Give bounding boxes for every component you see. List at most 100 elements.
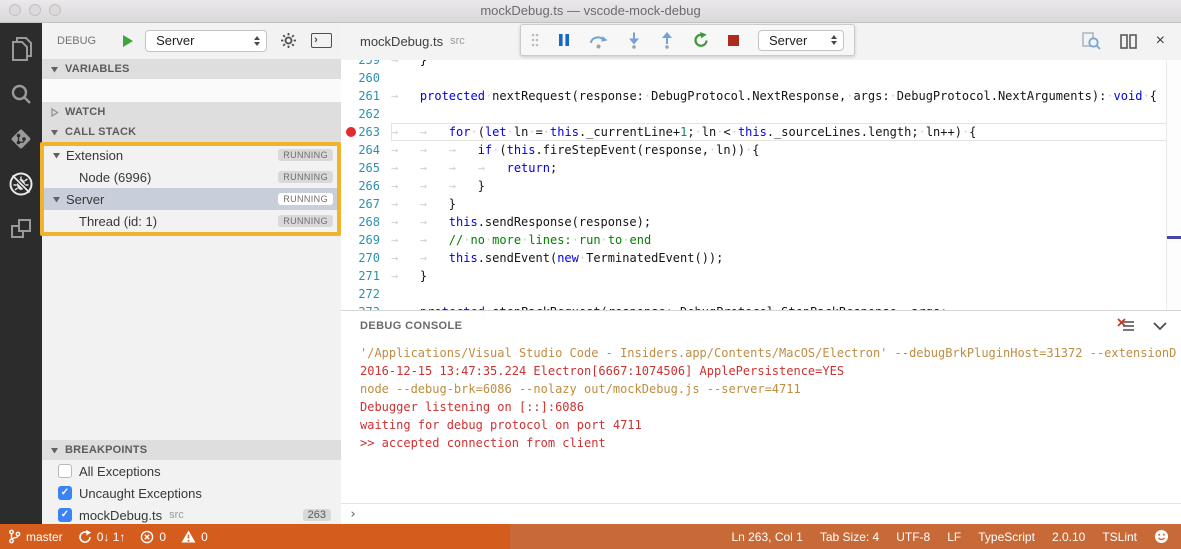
section-variables[interactable]: VARIABLES xyxy=(42,59,341,79)
breakpoint-item[interactable]: All Exceptions xyxy=(42,460,341,482)
feedback-smiley-icon[interactable] xyxy=(1154,529,1169,544)
callstack-item[interactable]: Node (6996)RUNNING xyxy=(42,166,341,188)
code-line[interactable]: 272 xyxy=(341,285,1181,303)
clear-console-icon[interactable] xyxy=(1117,318,1136,334)
tab-mockdebug[interactable]: mockDebug.ts xyxy=(360,34,443,49)
line-number-gutter[interactable]: 261 xyxy=(341,87,391,105)
code-line[interactable]: 273→ protected·stepBackRequest(response:… xyxy=(341,303,1181,310)
code-token: this xyxy=(449,215,478,229)
code-line[interactable]: 269→ → //·no·more·lines:·run·to·end xyxy=(341,231,1181,249)
status-item[interactable]: LF xyxy=(947,530,961,544)
line-number-gutter[interactable]: 260 xyxy=(341,69,391,87)
code-line[interactable]: 268→ → this.sendResponse(response); xyxy=(341,213,1181,231)
errors-status[interactable]: 0 xyxy=(140,530,166,544)
code-line[interactable]: 271→ } xyxy=(341,267,1181,285)
running-badge: RUNNING xyxy=(278,193,333,205)
configure-gear-button[interactable] xyxy=(280,32,297,49)
code-line[interactable]: 265→ → → → return; xyxy=(341,159,1181,177)
close-editor-icon[interactable]: × xyxy=(1156,33,1165,49)
toolbar-launch-config-dropdown[interactable]: Server xyxy=(758,30,844,51)
status-item[interactable]: TSLint xyxy=(1102,530,1137,544)
source-control-icon[interactable] xyxy=(8,126,34,152)
find-in-file-icon[interactable] xyxy=(1082,32,1101,50)
sync-status[interactable]: 0↓ 1↑ xyxy=(78,530,126,544)
callstack-item[interactable]: ServerRUNNING xyxy=(42,188,341,210)
code-line[interactable]: 267→ → } xyxy=(341,195,1181,213)
extensions-icon[interactable] xyxy=(8,216,34,242)
code-area[interactable]: 259→ }260261→ protected·nextRequest(resp… xyxy=(341,60,1181,310)
branch-name: master xyxy=(26,530,63,544)
line-number-gutter[interactable]: 259 xyxy=(341,60,391,69)
code-token: { xyxy=(969,125,976,139)
search-icon[interactable] xyxy=(8,81,34,107)
chevron-down-icon[interactable] xyxy=(1153,322,1167,331)
callstack-item[interactable]: ExtensionRUNNING xyxy=(42,144,341,166)
status-item[interactable]: 2.0.10 xyxy=(1052,530,1085,544)
breakpoint-dot[interactable] xyxy=(346,127,356,137)
line-number-gutter[interactable]: 264 xyxy=(341,141,391,159)
line-number-gutter[interactable]: 269 xyxy=(341,231,391,249)
line-number-gutter[interactable]: 267 xyxy=(341,195,391,213)
section-breakpoints[interactable]: BREAKPOINTS xyxy=(42,440,341,460)
warnings-status[interactable]: 0 xyxy=(181,530,208,544)
code-line[interactable]: 260 xyxy=(341,69,1181,87)
code-line[interactable]: 259→ } xyxy=(341,60,1181,69)
step-into-icon[interactable] xyxy=(627,32,641,49)
split-editor-icon[interactable] xyxy=(1120,34,1137,49)
line-number-gutter[interactable]: 265 xyxy=(341,159,391,177)
line-number-gutter[interactable]: 268 xyxy=(341,213,391,231)
breakpoint-checkbox[interactable]: ✓ xyxy=(58,508,72,522)
callstack-item[interactable]: Thread (id: 1)RUNNING xyxy=(42,210,341,232)
line-number-gutter[interactable]: 271 xyxy=(341,267,391,285)
git-branch-status[interactable]: master xyxy=(8,529,63,544)
line-number: 259 xyxy=(358,60,380,67)
callstack-item-label: Extension xyxy=(66,148,123,163)
status-item[interactable]: Ln 263, Col 1 xyxy=(731,530,802,544)
space-dot: · xyxy=(470,125,477,139)
space-dot: · xyxy=(1106,89,1113,103)
step-over-icon[interactable] xyxy=(589,32,608,49)
code-token: lines: xyxy=(528,233,571,247)
restart-icon[interactable] xyxy=(693,32,709,48)
code-token: ( xyxy=(499,143,506,157)
line-number-gutter[interactable]: 272 xyxy=(341,285,391,303)
breakpoints-list: All Exceptions✓Uncaught Exceptions✓mockD… xyxy=(42,460,341,524)
open-debug-console-button[interactable]: › xyxy=(311,33,332,48)
code-line[interactable]: 263→ → for·(let·ln·=·this._currentLine+1… xyxy=(341,123,1181,141)
drag-handle-icon[interactable] xyxy=(531,33,539,47)
pause-icon[interactable] xyxy=(558,33,570,47)
section-call-stack[interactable]: CALL STACK xyxy=(42,122,341,142)
breakpoint-item[interactable]: ✓mockDebug.tssrc263 xyxy=(42,504,341,524)
debug-icon[interactable] xyxy=(8,171,34,197)
start-debugging-button[interactable] xyxy=(122,34,134,48)
line-number-gutter[interactable]: 266 xyxy=(341,177,391,195)
code-line[interactable]: 264→ → → if·(this.fireStepEvent(response… xyxy=(341,141,1181,159)
minimize-window-button[interactable] xyxy=(29,4,41,16)
zoom-window-button[interactable] xyxy=(49,4,61,16)
line-number-gutter[interactable]: 263 xyxy=(341,123,391,141)
variables-content xyxy=(42,79,341,102)
step-out-icon[interactable] xyxy=(660,32,674,49)
space-dot: · xyxy=(695,125,702,139)
code-line[interactable]: 266→ → → } xyxy=(341,177,1181,195)
breakpoint-checkbox[interactable] xyxy=(58,464,72,478)
stop-icon[interactable] xyxy=(728,35,739,46)
line-number-gutter[interactable]: 270 xyxy=(341,249,391,267)
breakpoint-checkbox[interactable]: ✓ xyxy=(58,486,72,500)
files-icon[interactable] xyxy=(8,36,34,62)
close-window-button[interactable] xyxy=(9,4,21,16)
line-number-gutter[interactable]: 262 xyxy=(341,105,391,123)
code-line[interactable]: 270→ → this.sendEvent(new·TerminatedEven… xyxy=(341,249,1181,267)
status-item[interactable]: TypeScript xyxy=(978,530,1035,544)
overview-ruler[interactable] xyxy=(1166,60,1181,310)
line-number-gutter[interactable]: 273 xyxy=(341,303,391,310)
code-line[interactable]: 262 xyxy=(341,105,1181,123)
launch-config-dropdown[interactable]: Server xyxy=(145,30,267,52)
status-item[interactable]: Tab Size: 4 xyxy=(820,530,879,544)
code-token: void xyxy=(1114,89,1143,103)
console-input[interactable]: › xyxy=(341,503,1181,524)
status-item[interactable]: UTF-8 xyxy=(896,530,930,544)
section-watch[interactable]: WATCH xyxy=(42,102,341,122)
code-line[interactable]: 261→ protected·nextRequest(response:·Deb… xyxy=(341,87,1181,105)
breakpoint-item[interactable]: ✓Uncaught Exceptions xyxy=(42,482,341,504)
